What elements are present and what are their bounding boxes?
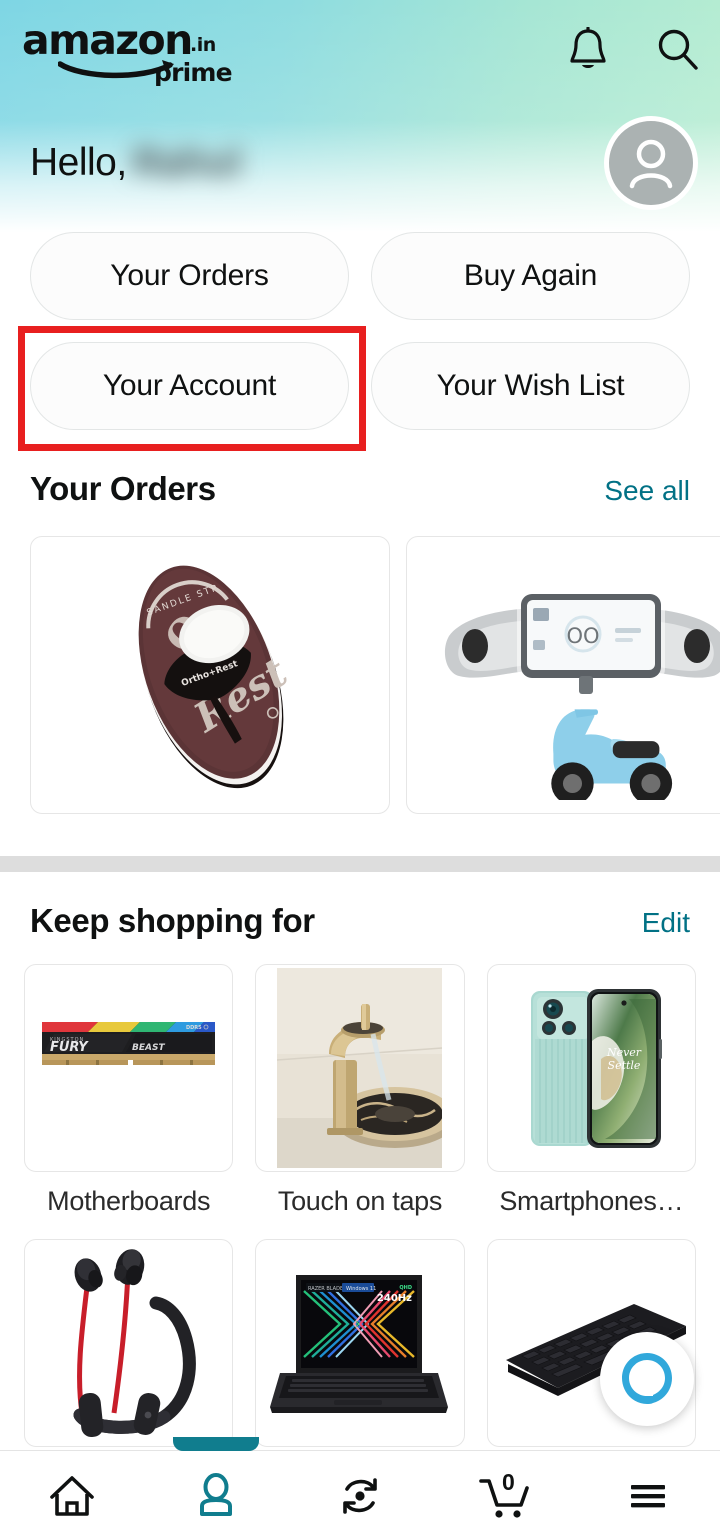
svg-text:FURY: FURY <box>50 1040 89 1055</box>
quick-actions-grid: Your Orders Buy Again Your Account Your … <box>0 232 720 430</box>
alexa-icon <box>622 1353 672 1404</box>
alexa-button[interactable] <box>600 1332 694 1426</box>
svg-text:RAZER BLADE: RAZER BLADE <box>308 1286 343 1292</box>
header-gradient: amazon .in prime Hello, Rahul <box>0 0 720 232</box>
flip-flop-sandal-image: SANDLE STP O Rest Ortho+Rest <box>138 565 296 789</box>
quick-action-your-orders[interactable]: Your Orders <box>30 232 349 320</box>
gaming-laptop-image: RAZER BLADE Windows 11 QHD 240Hz <box>270 1274 449 1413</box>
amazon-logo[interactable]: amazon .in prime <box>22 16 252 88</box>
keep-shopping-tile-gaming-laptop[interactable]: RAZER BLADE Windows 11 QHD 240Hz <box>255 1239 465 1461</box>
order-card-scooter-screen-protector[interactable]: OO <box>406 536 720 814</box>
svg-text:DDR5: DDR5 <box>186 1025 202 1031</box>
smartphones-thumbnail: Never Settle <box>486 964 696 1172</box>
your-orders-section: Your Orders See all SANDLE STP O Rest <box>0 470 720 814</box>
motherboards-thumbnail: KINGSTON FURY BEAST DDR5 <box>24 964 234 1172</box>
search-icon <box>658 29 698 70</box>
amazon-app-screen: amazon .in prime Hello, Rahul Your Order… <box>0 0 720 1540</box>
cart-count-badge: 0 <box>502 1468 515 1495</box>
svg-text:Settle: Settle <box>607 1059 640 1072</box>
logo-prime: prime <box>154 58 233 87</box>
search-button[interactable] <box>652 24 704 76</box>
quick-action-buy-again[interactable]: Buy Again <box>371 232 690 320</box>
person-icon <box>200 1472 232 1516</box>
logo-tld: .in <box>190 34 216 56</box>
nav-item-account[interactable] <box>144 1436 288 1540</box>
top-bar: amazon .in prime <box>0 0 720 100</box>
bell-icon <box>570 27 606 68</box>
keep-shopping-tile-touch-on-taps[interactable]: Touch on taps <box>255 964 465 1217</box>
smartphone-image: Never Settle <box>530 988 662 1148</box>
svg-text:QHD: QHD <box>400 1285 413 1291</box>
touch-on-taps-thumbnail <box>255 964 465 1172</box>
nav-item-rescan[interactable] <box>288 1451 432 1540</box>
greeting-user-name: Rahul <box>132 141 242 184</box>
svg-text:240Hz: 240Hz <box>377 1293 412 1304</box>
keep-shopping-header: Keep shopping for Edit <box>0 902 720 940</box>
tile-label-smartphones: Smartphones… <box>499 1186 684 1216</box>
neckband-earphones-image <box>73 1249 196 1438</box>
scooter-screen-protector-image: OO <box>444 590 720 800</box>
ram-module-image: KINGSTON FURY BEAST DDR5 <box>42 1022 216 1065</box>
keep-shopping-tile-earphones[interactable] <box>24 1239 234 1461</box>
notifications-button[interactable] <box>562 24 614 76</box>
tile-label-touch-on-taps: Touch on taps <box>277 1186 443 1216</box>
keep-shopping-tile-smartphones[interactable]: Never Settle Smartphones… <box>486 964 696 1217</box>
refresh-scan-icon <box>343 1477 377 1514</box>
svg-text:OO: OO <box>566 624 599 648</box>
hamburger-menu-icon <box>631 1484 665 1507</box>
svg-text:Never: Never <box>606 1046 642 1059</box>
section-divider-band <box>0 856 720 872</box>
top-bar-actions <box>562 24 704 76</box>
nav-item-cart[interactable]: 0 <box>432 1451 576 1540</box>
person-avatar-icon <box>629 139 673 189</box>
nav-item-menu[interactable] <box>576 1451 720 1540</box>
keep-shopping-title: Keep shopping for <box>30 902 315 939</box>
nav-item-home[interactable] <box>0 1451 144 1540</box>
home-icon <box>50 1475 94 1516</box>
your-orders-title: Your Orders <box>30 470 216 507</box>
tile-label-motherboards: Motherboards <box>47 1186 211 1216</box>
avatar[interactable] <box>604 116 698 210</box>
quick-action-your-account[interactable]: Your Account <box>30 342 349 430</box>
edit-link[interactable]: Edit <box>642 907 690 939</box>
logo-wordmark: amazon <box>22 16 193 64</box>
gaming-laptop-thumbnail: RAZER BLADE Windows 11 QHD 240Hz <box>255 1239 465 1447</box>
gold-tap-image <box>277 968 443 1168</box>
order-card-flip-flop[interactable]: SANDLE STP O Rest Ortho+Rest <box>30 536 390 814</box>
quick-action-your-wish-list[interactable]: Your Wish List <box>371 342 690 430</box>
svg-text:Windows 11: Windows 11 <box>346 1286 376 1292</box>
active-tab-indicator <box>173 1436 259 1451</box>
bottom-navigation: 0 <box>0 1436 720 1540</box>
keep-shopping-tile-motherboards[interactable]: KINGSTON FURY BEAST DDR5 Motherboards <box>24 964 234 1217</box>
svg-text:BEAST: BEAST <box>132 1043 165 1053</box>
see-all-link[interactable]: See all <box>604 475 690 507</box>
earphones-thumbnail <box>24 1239 234 1447</box>
greeting-row: Hello, Rahul <box>0 108 720 218</box>
your-orders-header: Your Orders See all <box>0 470 720 508</box>
your-orders-carousel[interactable]: SANDLE STP O Rest Ortho+Rest <box>0 536 720 814</box>
greeting-hello: Hello, <box>30 141 127 184</box>
